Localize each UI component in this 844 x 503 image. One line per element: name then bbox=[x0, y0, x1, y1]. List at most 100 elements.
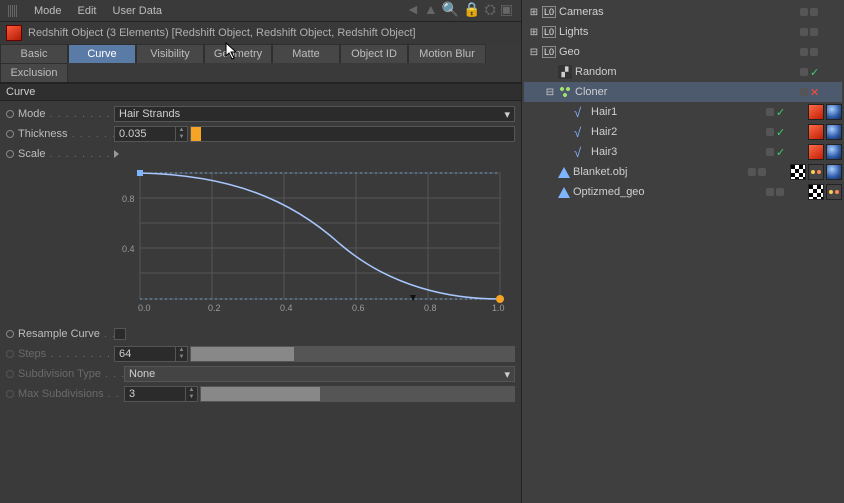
om-row-geo[interactable]: ⊟L0Geo bbox=[524, 42, 842, 62]
gear-icon[interactable]: ⛭ bbox=[485, 2, 496, 16]
enabled-check-icon[interactable]: ✓ bbox=[810, 66, 819, 79]
tab-curve[interactable]: Curve bbox=[68, 44, 136, 63]
red-tag-icon[interactable] bbox=[808, 104, 824, 120]
object-name[interactable]: Hair1 bbox=[591, 106, 617, 118]
expand-icon[interactable] bbox=[114, 150, 119, 158]
nav-back-icon[interactable]: ◄ bbox=[406, 2, 420, 16]
layer-dot-icon[interactable] bbox=[766, 188, 774, 196]
enabled-check-icon[interactable]: ✓ bbox=[776, 106, 785, 119]
dots-tag-icon[interactable] bbox=[808, 164, 824, 180]
tab-basic[interactable]: Basic bbox=[0, 44, 68, 63]
expander-icon[interactable]: ⊟ bbox=[529, 47, 539, 58]
om-row-blanket-obj[interactable]: Blanket.obj bbox=[524, 162, 842, 182]
ball-tag-icon[interactable] bbox=[826, 144, 842, 160]
ball-tag-icon[interactable] bbox=[826, 124, 842, 140]
disabled-x-icon[interactable]: ✕ bbox=[810, 86, 819, 99]
cloner-icon bbox=[558, 85, 572, 99]
menu-userdata[interactable]: User Data bbox=[113, 5, 163, 17]
object-name[interactable]: Blanket.obj bbox=[573, 166, 627, 178]
object-name[interactable]: Random bbox=[575, 66, 617, 78]
layer-dot-icon[interactable] bbox=[810, 48, 818, 56]
om-row-hair1[interactable]: √Hair1✓ bbox=[524, 102, 842, 122]
anim-dot bbox=[6, 370, 14, 378]
object-name[interactable]: Hair3 bbox=[591, 146, 617, 158]
layer-dot-icon[interactable] bbox=[800, 68, 808, 76]
red-tag-icon[interactable] bbox=[808, 124, 824, 140]
object-name[interactable]: Cameras bbox=[559, 6, 604, 18]
ball-tag-icon[interactable] bbox=[826, 104, 842, 120]
subdivtype-label: Subdivision Type bbox=[18, 368, 124, 380]
dots-tag-icon[interactable] bbox=[826, 184, 842, 200]
tab-visibility[interactable]: Visibility bbox=[136, 44, 204, 63]
layer-dot-icon[interactable] bbox=[800, 8, 808, 16]
om-row-optizmed_geo[interactable]: Optizmed_geo bbox=[524, 182, 842, 202]
enabled-check-icon[interactable]: ✓ bbox=[776, 146, 785, 159]
anim-dot[interactable] bbox=[6, 330, 14, 338]
tab-objectid[interactable]: Object ID bbox=[340, 44, 408, 63]
spline-icon: √ bbox=[574, 125, 588, 139]
expander-icon[interactable]: ⊞ bbox=[529, 7, 539, 18]
om-row-cameras[interactable]: ⊞L0Cameras bbox=[524, 2, 842, 22]
layer-dot-icon[interactable] bbox=[800, 88, 808, 96]
om-row-random[interactable]: ▞Random ✓ bbox=[524, 62, 842, 82]
mode-dropdown[interactable]: Hair Strands ▾ bbox=[114, 106, 515, 122]
svg-text:0.8: 0.8 bbox=[424, 303, 437, 313]
layer-dot-icon[interactable] bbox=[776, 188, 784, 196]
tab-matte[interactable]: Matte bbox=[272, 44, 340, 63]
chk-tag-icon[interactable] bbox=[790, 164, 806, 180]
random-effector-icon: ▞ bbox=[558, 65, 572, 79]
object-manager[interactable]: ⊞L0Cameras⊞L0Lights⊟L0Geo ▞Random ✓ ⊟ Cloner… bbox=[522, 0, 844, 204]
tab-bar: Basic Curve Visibility Geometry Matte Ob… bbox=[0, 44, 521, 83]
expander-icon[interactable]: ⊞ bbox=[529, 27, 539, 38]
expander-icon[interactable]: ⊟ bbox=[545, 87, 555, 98]
chevron-down-icon: ▾ bbox=[504, 368, 510, 381]
om-row-lights[interactable]: ⊞L0Lights bbox=[524, 22, 842, 42]
layer-dot-icon[interactable] bbox=[766, 108, 774, 116]
layer-dot-icon[interactable] bbox=[766, 148, 774, 156]
object-name[interactable]: Geo bbox=[559, 46, 580, 58]
layer-dot-icon[interactable] bbox=[800, 28, 808, 36]
object-name[interactable]: Optizmed_geo bbox=[573, 186, 645, 198]
om-row-hair3[interactable]: √Hair3✓ bbox=[524, 142, 842, 162]
tab-geometry[interactable]: Geometry bbox=[204, 44, 272, 63]
layer-dot-icon[interactable] bbox=[800, 48, 808, 56]
svg-text:0.6: 0.6 bbox=[352, 303, 365, 313]
thickness-label: Thickness bbox=[18, 128, 114, 140]
layer-dot-icon[interactable] bbox=[810, 8, 818, 16]
chk-tag-icon[interactable] bbox=[808, 184, 824, 200]
tab-geometry-label: Geometry bbox=[214, 48, 262, 60]
svg-text:0.4: 0.4 bbox=[280, 303, 293, 313]
tab-motionblur[interactable]: Motion Blur bbox=[408, 44, 486, 63]
layer-dot-icon[interactable] bbox=[766, 128, 774, 136]
popout-icon[interactable]: ▣ bbox=[500, 2, 513, 16]
enabled-check-icon[interactable]: ✓ bbox=[776, 126, 785, 139]
ball-tag-icon[interactable] bbox=[826, 164, 842, 180]
layer-dot-icon[interactable] bbox=[758, 168, 766, 176]
anim-dot[interactable] bbox=[6, 130, 14, 138]
lock-icon[interactable]: 🔒 bbox=[463, 2, 480, 16]
thickness-slider[interactable] bbox=[190, 126, 515, 142]
object-name[interactable]: Lights bbox=[559, 26, 588, 38]
resample-checkbox[interactable] bbox=[114, 328, 126, 340]
tab-exclusion[interactable]: Exclusion bbox=[0, 63, 68, 82]
menu-edit[interactable]: Edit bbox=[78, 5, 97, 17]
object-name[interactable]: Cloner bbox=[575, 86, 607, 98]
red-tag-icon[interactable] bbox=[808, 144, 824, 160]
section-heading: Curve bbox=[0, 83, 521, 101]
anim-dot[interactable] bbox=[6, 150, 14, 158]
layer-dot-icon[interactable] bbox=[810, 28, 818, 36]
menu-mode[interactable]: Mode bbox=[34, 5, 62, 17]
thickness-input[interactable]: 0.035 bbox=[114, 126, 176, 142]
thickness-spinner[interactable]: ▲▼ bbox=[176, 126, 188, 142]
object-name[interactable]: Hair2 bbox=[591, 126, 617, 138]
layer-dot-icon[interactable] bbox=[748, 168, 756, 176]
om-row-hair2[interactable]: √Hair2 ✓ bbox=[524, 122, 842, 142]
search-icon[interactable]: 🔍 bbox=[442, 2, 459, 16]
scale-label: Scale bbox=[18, 148, 114, 160]
scale-curve-graph[interactable]: 0.0 0.2 0.4 0.6 0.8 1.0 0.8 0.4 bbox=[120, 169, 508, 319]
nav-up-icon[interactable]: ▲ bbox=[424, 2, 438, 16]
anim-dot[interactable] bbox=[6, 110, 14, 118]
maxsubdiv-label: Max Subdivisions bbox=[18, 388, 124, 400]
attr-steps-row: Steps 64 ▲▼ bbox=[6, 345, 515, 363]
om-row-cloner[interactable]: ⊟ Cloner ✕ bbox=[524, 82, 842, 102]
